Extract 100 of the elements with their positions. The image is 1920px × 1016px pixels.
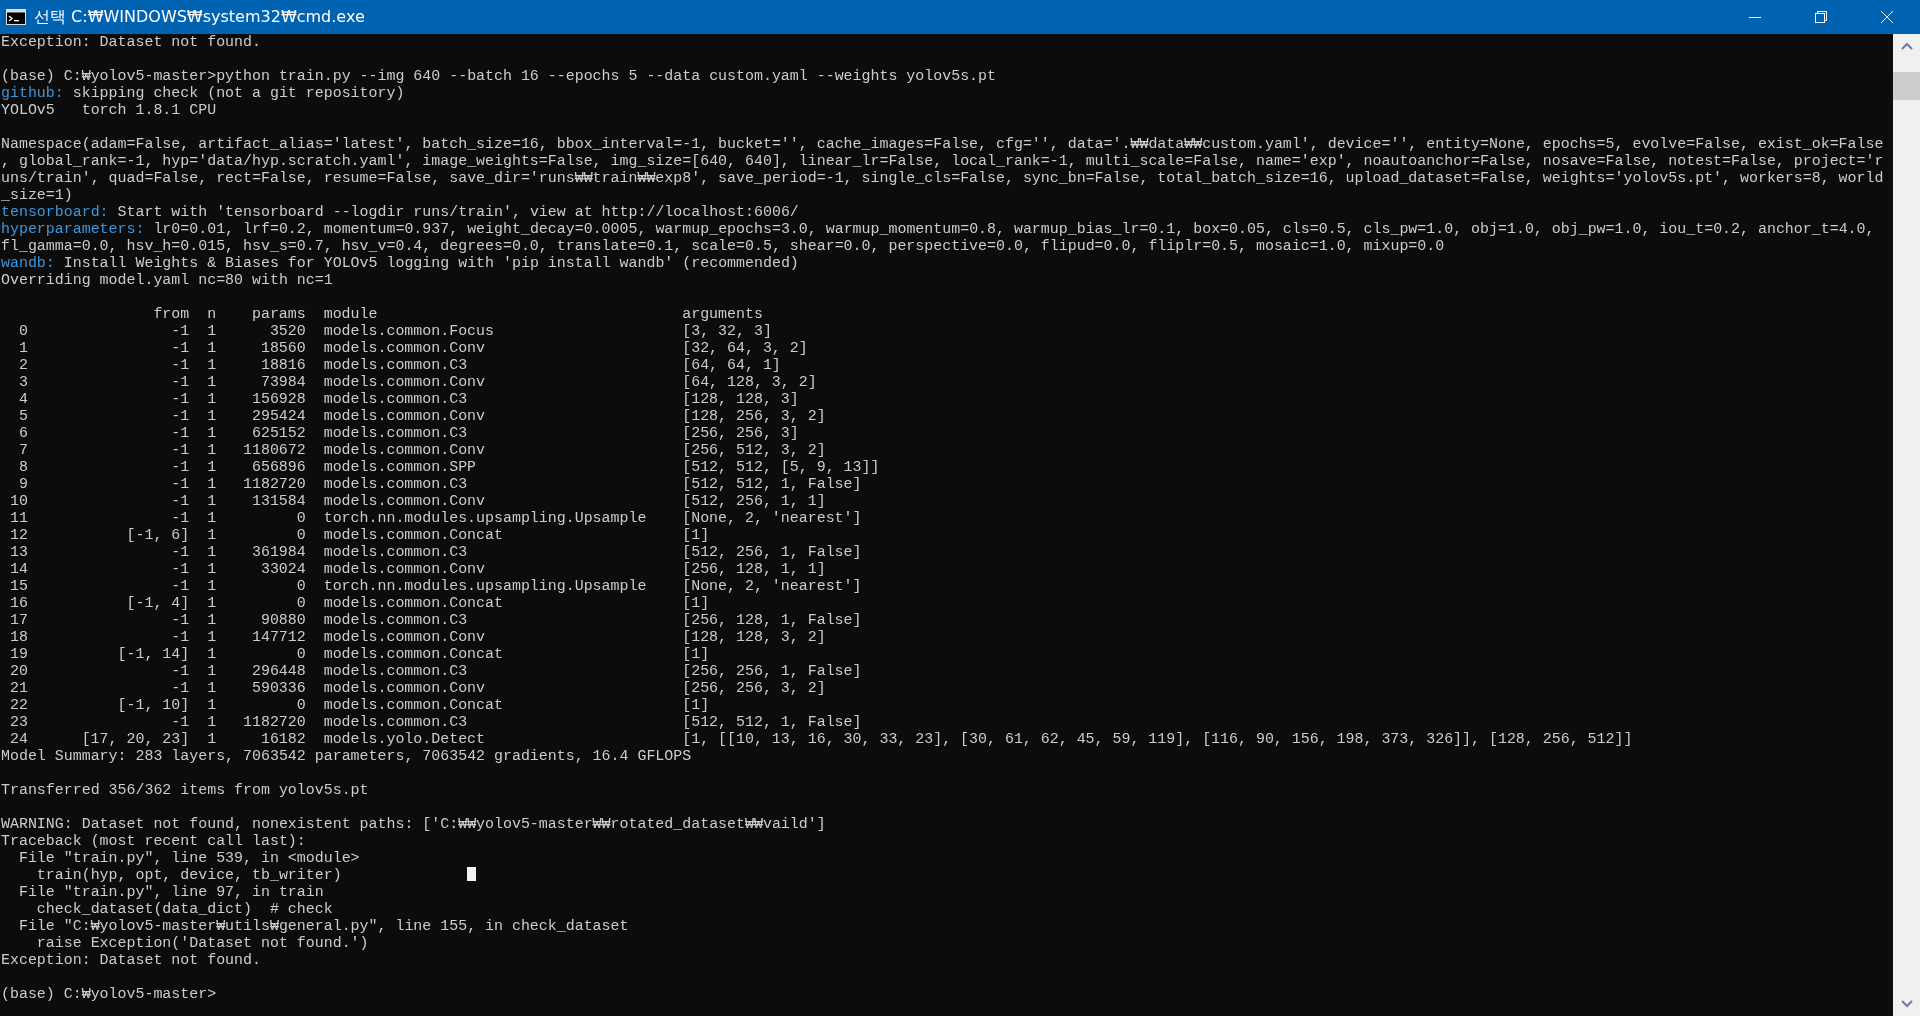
table-cell-text: models.common.Concat [323, 595, 504, 612]
table-cell: 156928 [251, 391, 306, 408]
table-cell: -1 [171, 442, 190, 459]
table-cell: [-1, 6] [126, 527, 190, 544]
scrollbar-thumb[interactable] [1893, 72, 1920, 100]
table-cell: -1 [171, 476, 190, 493]
table-cell: 6 [18, 425, 28, 442]
scroll-down-icon[interactable] [1900, 1000, 1913, 1008]
table-cell: -1 [171, 578, 190, 595]
table-cell: 20 [9, 663, 28, 680]
table-cell-text: torch.nn.modules.upsampling.Upsample [323, 510, 648, 527]
table-cell: 1 [207, 493, 217, 510]
table-cell: 10 [9, 493, 28, 510]
table-cell-text: [256, 512, 3, 2] [682, 442, 827, 459]
table-cell: 0 [296, 578, 306, 595]
table-cell: 5 [18, 408, 28, 425]
table-cell-text: models.common.Conv [323, 408, 487, 425]
console-line: check_dataset(data_dict) # check [35, 901, 334, 918]
console-line: _size=1) [1, 187, 74, 204]
table-cell: 33024 [260, 561, 306, 578]
scroll-up-icon[interactable] [1900, 42, 1913, 50]
table-cell-text: [None, 2, 'nearest'] [682, 578, 863, 595]
table-cell: -1 [171, 374, 190, 391]
table-cell: 1180672 [243, 442, 306, 459]
table-cell: -1 [171, 340, 190, 357]
table-cell: -1 [171, 544, 190, 561]
table-cell: 23 [9, 714, 28, 731]
table-cell: 4 [18, 391, 28, 408]
terminal-icon [6, 9, 26, 25]
table-cell-text: [1, [[10, 13, 16, 30, 33, 23], [30, 61, 62, 45, 59, 119], [116, 90, 156, 198, 373, 326]], [128, 256, 512]] [682, 731, 1634, 748]
console-line: Overriding model.yaml nc=80 with nc=1 [1, 272, 334, 289]
table-cell: 1 [207, 595, 217, 612]
table-cell: -1 [171, 391, 190, 408]
table-cell: 147712 [251, 629, 306, 646]
table-cell: 1182720 [243, 714, 306, 731]
table-cell: 21 [9, 680, 28, 697]
table-cell: -1 [171, 629, 190, 646]
table-cell: 0 [296, 646, 306, 663]
table-cell-text: models.common.C3 [323, 476, 469, 493]
console-line: raise Exception('Dataset not found.') [35, 935, 370, 952]
table-cell: 16182 [260, 731, 306, 748]
table-cell-text: [128, 256, 3, 2] [682, 408, 827, 425]
table-cell: 16 [9, 595, 28, 612]
close-icon [1881, 11, 1893, 23]
table-cell: [-1, 14] [117, 646, 190, 663]
console-line: (base) C:₩yolov5-master>python train.py --img 640 --batch 16 --epochs 5 --data custom.yaml --weights yolov5s.pt [1, 68, 997, 85]
table-cell-text: torch.nn.modules.upsampling.Upsample [323, 578, 648, 595]
table-cell: -1 [171, 561, 190, 578]
table-cell: 18560 [260, 340, 306, 357]
table-cell: 1 [207, 459, 217, 476]
table-cell-text: models.common.Conv [323, 561, 487, 578]
console-text: skipping check (not a git repository) [72, 85, 405, 101]
table-cell: 0 [296, 697, 306, 714]
table-cell-text: [1] [682, 595, 711, 612]
table-cell: 625152 [251, 425, 306, 442]
column-header: n [207, 306, 217, 323]
console-line: Exception: Dataset not found. [1, 34, 262, 51]
table-cell-text: models.common.Concat [323, 646, 504, 663]
table-cell-text: [256, 256, 3, 2] [682, 680, 827, 697]
console-line: Model Summary: 283 layers, 7063542 parameters, 7063542 gradients, 16.4 GFLOPS [1, 748, 693, 765]
console-line: Traceback (most recent call last): [1, 833, 307, 850]
table-cell: 0 [296, 527, 306, 544]
log-tag: github: [1, 85, 64, 101]
table-cell: 1 [207, 697, 217, 714]
console-line: Transferred 356/362 items from yolov5s.pt [1, 782, 370, 799]
table-cell: 1 [207, 663, 217, 680]
scrollbar[interactable] [1893, 34, 1920, 1016]
table-cell: 90880 [260, 612, 306, 629]
console-line: YOLOv5 torch 1.8.1 CPU [1, 102, 218, 119]
console-text: Start with 'tensorboard --logdir runs/train', view at http://localhost:6006/ [117, 204, 799, 220]
table-cell-text: models.common.C3 [323, 544, 469, 561]
table-cell-text: [64, 128, 3, 2] [682, 374, 818, 391]
table-cell: 7 [18, 442, 28, 459]
table-cell-text: models.yolo.Detect [323, 731, 487, 748]
table-cell-text: models.common.Concat [323, 527, 504, 544]
column-header: from [153, 306, 190, 323]
table-cell: 1 [207, 510, 217, 527]
column-header: module [323, 306, 379, 323]
table-cell-text: [256, 256, 1, False] [682, 663, 863, 680]
table-cell: 1 [207, 612, 217, 629]
table-cell-text: [128, 128, 3, 2] [682, 629, 827, 646]
table-cell: 1 [207, 629, 217, 646]
table-cell-text: [512, 512, [5, 9, 13]] [682, 459, 881, 476]
window-title: 선택 C:₩WINDOWS₩system32₩cmd.exe [34, 6, 365, 28]
table-cell-text: [512, 256, 1, False] [682, 544, 863, 561]
table-cell-text: models.common.C3 [323, 612, 469, 629]
table-cell: 1 [207, 323, 217, 340]
console-line: , global_rank=-1, hyp='data/hyp.scratch.yaml', image_weights=False, img_size=[640, 640], linear_lr=False, local_rank=-1, multi_scale=False, name='exp', noautoanchor=False, nosave=False, notest=False, project='r [1, 153, 1885, 170]
console-line: uns/train', quad=False, rect=False, resume=False, save_dir='runs₩₩train₩₩exp8', save_period=-1, single_cls=False, sync_bn=False, total_batch_size=16, upload_dataset=False, weights='yolov5s.pt', workers=8, world [1, 170, 1885, 187]
log-tag: tensorboard: [1, 204, 109, 220]
table-cell-text: models.common.Conv [323, 442, 487, 459]
table-cell: 1 [207, 442, 217, 459]
column-header: params [251, 306, 306, 323]
table-cell: 590336 [251, 680, 306, 697]
console-line: Namespace(adam=False, artifact_alias='latest', batch_size=16, bbox_interval=-1, bucket='', cache_images=False, cfg='', data='.₩₩data₩₩custom.yaml', device='', entity=None, epochs=5, evolve=False, exist_ok=False [1, 136, 1885, 153]
table-cell: 14 [9, 561, 28, 578]
table-cell: 9 [18, 476, 28, 493]
table-cell-text: [32, 64, 3, 2] [682, 340, 809, 357]
table-cell-text: models.common.C3 [323, 391, 469, 408]
table-cell: 3 [18, 374, 28, 391]
